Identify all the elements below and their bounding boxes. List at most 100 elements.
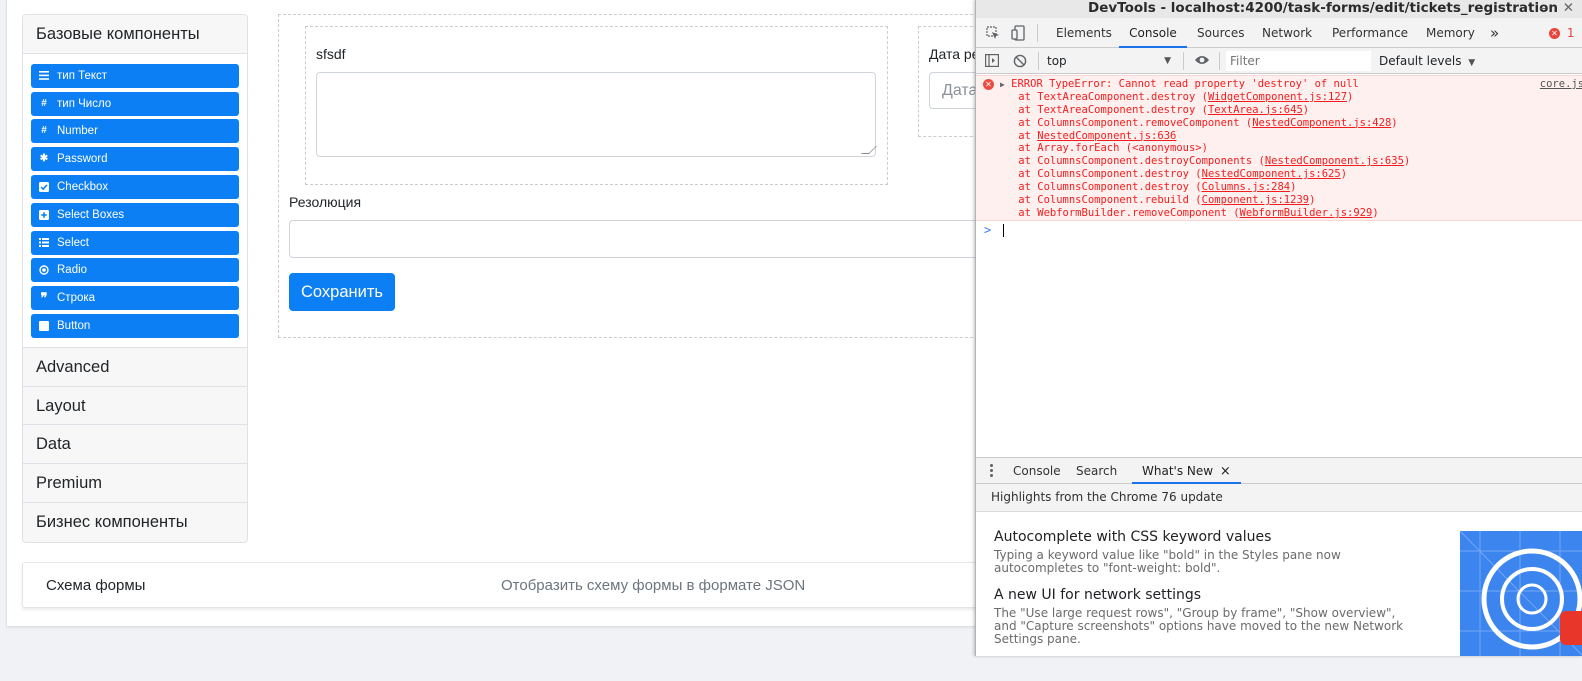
chrome-76-illustration <box>1460 531 1582 656</box>
stack-frame-text: at <box>993 129 1038 142</box>
textarea-sfsdf[interactable] <box>316 72 876 157</box>
device-toolbar-icon[interactable] <box>1011 18 1025 48</box>
field-label-date: Дата ре <box>929 46 977 62</box>
group-business-header[interactable]: Бизнес компоненты <box>23 502 247 542</box>
bars-icon <box>39 71 49 81</box>
tab-console[interactable]: Console <box>1119 18 1187 48</box>
prompt-chevron-icon: > <box>984 223 992 237</box>
eye-icon[interactable] <box>1194 54 1210 69</box>
toolbar-divider <box>1037 24 1038 42</box>
group-basic-header[interactable]: Базовые компоненты <box>23 15 247 54</box>
tab-elements[interactable]: Elements <box>1056 18 1112 48</box>
stack-frame: at ColumnsComponent.destroyComponents (N… <box>976 155 1582 168</box>
stack-frame-text: ) <box>1302 103 1310 116</box>
whats-new-item-title[interactable]: A new UI for network settings <box>994 587 1201 603</box>
tab-sources[interactable]: Sources <box>1197 18 1244 48</box>
drawer-menu-icon[interactable] <box>990 464 993 477</box>
stack-frame-link[interactable]: Columns.js:284 <box>1202 181 1291 193</box>
stack-frame-link[interactable]: NestedComponent.js:635 <box>1265 155 1404 167</box>
console-prompt[interactable]: > <box>976 221 1582 241</box>
stack-frame-link[interactable]: WebformBuilder.js:929 <box>1240 207 1373 219</box>
error-headline[interactable]: ▶ ERROR TypeError: Cannot read property … <box>976 78 1582 91</box>
close-icon[interactable]: × <box>1220 464 1231 479</box>
devtools-title: DevTools - localhost:4200/task-forms/edi… <box>1088 0 1558 16</box>
group-advanced-header[interactable]: Advanced <box>23 347 247 387</box>
component-text[interactable]: тип Текст <box>31 63 239 88</box>
clear-console-icon[interactable] <box>1013 54 1027 71</box>
save-button[interactable]: Сохранить <box>289 273 395 311</box>
console-filter-input[interactable] <box>1226 51 1371 71</box>
chevron-down-icon: ▼ <box>1164 56 1171 66</box>
component-number[interactable]: # Number <box>31 119 239 144</box>
stack-frame-link[interactable]: TextArea.js:645 <box>1208 104 1303 116</box>
asterisk-icon: ✱ <box>39 153 49 165</box>
drawer-tab-whats-new[interactable]: What's New × <box>1132 458 1241 484</box>
expand-triangle-icon: ▶ <box>1000 80 1005 89</box>
plus-square-icon <box>39 209 49 220</box>
text-cursor <box>1003 224 1005 237</box>
component-radio[interactable]: Radio <box>31 258 239 283</box>
whats-new-heading: Highlights from the Chrome 76 update <box>976 484 1582 512</box>
stack-frame-link[interactable]: NestedComponent.js:636 <box>1037 130 1176 142</box>
stack-frame-link[interactable]: Component.js:1239 <box>1202 194 1309 206</box>
group-premium-header[interactable]: Premium <box>23 464 247 503</box>
stack-frame: at NestedComponent.js:636 <box>976 130 1582 143</box>
schema-title: Схема формы <box>46 577 146 594</box>
component-label: Checkbox <box>57 180 109 193</box>
stack-frame-text: ) <box>1347 90 1354 103</box>
schema-bar: Схема формы Отобразить схему формы в фор… <box>22 562 1022 608</box>
show-sidebar-icon[interactable] <box>985 54 1000 70</box>
component-checkbox[interactable]: Checkbox <box>31 174 239 199</box>
tab-memory[interactable]: Memory <box>1426 18 1475 48</box>
component-label: Number <box>57 125 98 138</box>
component-label: Password <box>57 153 108 166</box>
resolution-input[interactable] <box>289 220 989 258</box>
component-button[interactable]: Button <box>31 313 239 338</box>
stack-frame-text: at ColumnsComponent.removeComponent ( <box>993 116 1253 129</box>
drawer-tab-label: What's New <box>1142 464 1214 478</box>
console-output: ✕ core.js:60 ▶ ERROR TypeError: Cannot r… <box>976 75 1582 456</box>
component-select-boxes[interactable]: Select Boxes <box>31 202 239 227</box>
close-window-icon[interactable]: ✕ <box>1563 0 1574 17</box>
tab-network[interactable]: Network <box>1262 18 1312 48</box>
whats-new-item-desc: The "Use large request rows", "Group by … <box>994 606 1404 646</box>
toolbar-divider <box>1219 52 1220 70</box>
log-levels-dropdown[interactable]: Default levels ▼ <box>1379 48 1475 74</box>
component-number-ru[interactable]: # тип Число <box>31 91 239 116</box>
devtools-window: DevTools - localhost:4200/task-forms/edi… <box>975 0 1582 656</box>
error-icon: ✕ <box>1549 28 1560 39</box>
stack-frame: at TextAreaComponent.destroy (TextArea.j… <box>976 104 1582 117</box>
inspect-element-icon[interactable] <box>986 18 1000 48</box>
resolution-label: Резолюция <box>289 194 362 210</box>
group-layout-header[interactable]: Layout <box>23 386 247 426</box>
component-label: тип Число <box>57 97 112 110</box>
context-value: top <box>1047 54 1067 68</box>
chevron-down-icon: ▼ <box>1468 58 1476 68</box>
stack-frame-link[interactable]: WidgetComponent.js:127 <box>1208 91 1347 103</box>
error-count: 1 <box>1566 26 1575 40</box>
component-label: Button <box>57 319 91 332</box>
show-json-schema-link[interactable]: Отобразить схему формы в формате JSON <box>501 577 805 594</box>
group-data-header[interactable]: Data <box>23 425 247 465</box>
hash-icon: # <box>41 97 47 109</box>
error-stack: at TextAreaComponent.destroy (WidgetComp… <box>976 91 1582 220</box>
stack-frame-link[interactable]: NestedComponent.js:428 <box>1252 117 1391 129</box>
tab-performance[interactable]: Performance <box>1332 18 1408 48</box>
component-string[interactable]: ❞ Строка <box>31 286 239 311</box>
drawer-tab-console[interactable]: Console <box>1013 458 1061 484</box>
more-tabs-icon[interactable]: » <box>1490 18 1499 48</box>
context-selector[interactable]: top ▼ <box>1047 48 1177 74</box>
minimize-icon[interactable]: – <box>1539 0 1546 17</box>
stack-frame-text: at ColumnsComponent.destroy ( <box>993 168 1202 181</box>
component-label: Строка <box>57 292 96 305</box>
whats-new-item-title[interactable]: Autocomplete with CSS keyword values <box>994 529 1271 545</box>
error-source-link[interactable]: core.js:60 <box>1540 78 1582 90</box>
stack-frame: at ColumnsComponent.destroy (NestedCompo… <box>976 168 1582 181</box>
toolbar-divider <box>1183 52 1184 70</box>
stack-frame-link[interactable]: NestedComponent.js:625 <box>1202 168 1341 180</box>
component-password[interactable]: ✱ Password <box>31 147 239 172</box>
error-count-badge[interactable]: ✕ 1 <box>1549 18 1574 48</box>
drawer-tab-search[interactable]: Search <box>1076 458 1117 484</box>
stack-frame-text: ) <box>1403 155 1411 168</box>
component-select[interactable]: Select <box>31 230 239 255</box>
